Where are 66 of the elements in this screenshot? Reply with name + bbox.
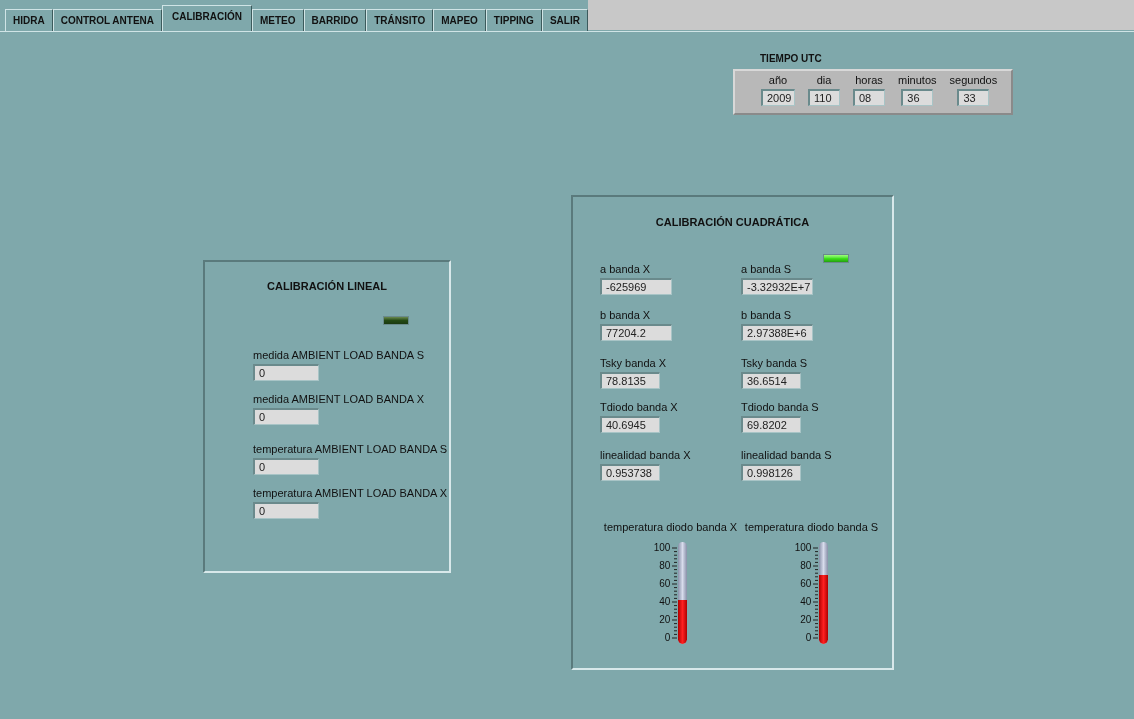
tab[interactable]: BARRIDO [303, 9, 367, 31]
numeric-display[interactable]: 2009 [761, 89, 795, 106]
scale-label: 40 [659, 595, 671, 608]
numeric-display[interactable]: -3.32932E+7 [741, 277, 813, 295]
numeric-display[interactable]: 78.8135 [600, 371, 660, 389]
field-label: año [768, 74, 788, 87]
tab[interactable]: HIDRA [5, 9, 53, 31]
field-label: horas [855, 74, 883, 87]
scale-label: 0 [805, 631, 812, 644]
tab[interactable]: MAPEO [433, 9, 486, 31]
field-label: linealidad banda S [741, 448, 833, 462]
field-label: medida AMBIENT LOAD BANDA X [253, 392, 425, 406]
tab[interactable]: TRÁNSITO [366, 9, 434, 31]
tab[interactable]: SALIR [541, 9, 588, 31]
numeric-display[interactable]: 77204.2 [600, 323, 672, 341]
numeric-display[interactable]: 0.998126 [741, 463, 801, 481]
field-label: temperatura AMBIENT LOAD BANDA S [253, 442, 449, 456]
numeric-display[interactable]: 0.953738 [600, 463, 660, 481]
numeric-display[interactable]: 40.6945 [600, 415, 660, 433]
field-label: Tdiodo banda X [600, 400, 679, 414]
field-label: dia [816, 74, 832, 87]
numeric-display[interactable]: 0 [253, 407, 319, 425]
numeric-display[interactable]: 0 [253, 363, 319, 381]
field-label: b banda S [741, 308, 793, 322]
field-label: a banda S [741, 262, 793, 276]
numeric-display[interactable]: 36 [901, 89, 934, 106]
panel-title: CALIBRACIÓN CUADRÁTICA [655, 215, 810, 230]
numeric-display[interactable]: 2.97388E+6 [741, 323, 813, 341]
tab[interactable]: CALIBRACIÓN [162, 5, 252, 32]
scale-label: 100 [653, 541, 671, 554]
field-label: a banda X [600, 262, 652, 276]
scale-label: 20 [659, 613, 671, 626]
scale-label: 20 [800, 613, 812, 626]
numeric-display[interactable]: 0 [253, 457, 319, 475]
field-label: Tdiodo banda S [741, 400, 820, 414]
field-label: b banda X [600, 308, 652, 322]
field-label: medida AMBIENT LOAD BANDA S [253, 348, 425, 362]
scale-label: 60 [659, 577, 671, 590]
numeric-display[interactable]: 36.6514 [741, 371, 801, 389]
field-label: Tsky banda X [600, 356, 668, 370]
group-title: TIEMPO UTC [760, 52, 823, 66]
panel-title: CALIBRACIÓN LINEAL [267, 279, 387, 294]
numeric-display[interactable]: 0 [253, 501, 319, 519]
field-label: temperatura diodo banda X [603, 520, 738, 534]
scale-ticks-icon [813, 546, 819, 639]
scale-ticks-icon [672, 546, 678, 639]
numeric-display[interactable]: 110 [808, 89, 840, 106]
tab[interactable]: CONTROL ANTENA [52, 9, 162, 31]
field-label: Tsky banda S [741, 356, 809, 370]
field-label: temperatura AMBIENT LOAD BANDA X [253, 486, 449, 500]
tab[interactable]: TIPPING [485, 9, 542, 31]
scale-label: 80 [659, 559, 671, 572]
scale-label: 60 [800, 577, 812, 590]
field-label: segundos [949, 74, 998, 87]
scale-label: 40 [800, 595, 812, 608]
numeric-display[interactable]: 33 [957, 89, 990, 106]
scale-label: 80 [800, 559, 812, 572]
numeric-display[interactable]: 08 [853, 89, 885, 106]
numeric-display[interactable]: 69.8202 [741, 415, 801, 433]
numeric-display[interactable]: -625969 [600, 277, 672, 295]
field-label: minutos [898, 74, 937, 87]
field-label: temperatura diodo banda S [744, 520, 879, 534]
tab[interactable]: METEO [252, 9, 304, 31]
field-label: linealidad banda X [600, 448, 692, 462]
scale-label: 0 [664, 631, 671, 644]
scale-label: 100 [794, 541, 812, 554]
